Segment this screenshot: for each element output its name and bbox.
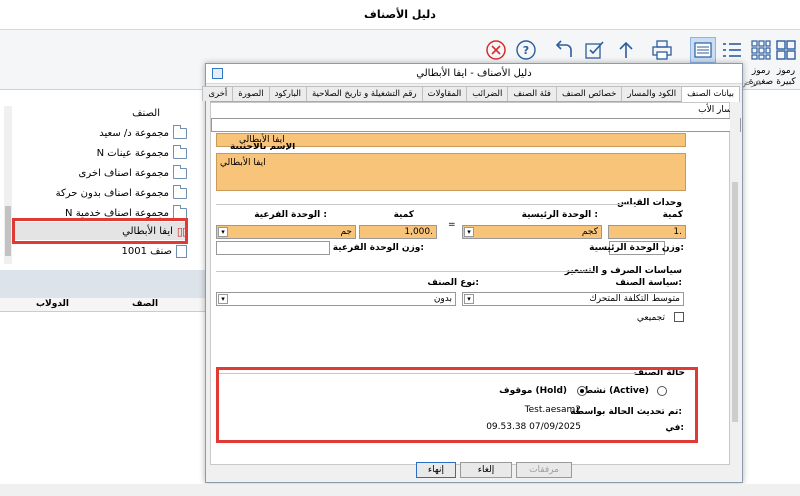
tree-item-label: مجموعة اصناف اخرى: [78, 167, 169, 179]
large-icons-icon: [776, 40, 796, 60]
large-icons-button[interactable]: [774, 38, 798, 62]
tab-batch-expiry[interactable]: رقم التشغيلة و تاريخ الصلاحية: [306, 86, 423, 101]
document-icon: [176, 244, 187, 258]
undo-button[interactable]: [552, 38, 576, 62]
svg-text:?: ?: [523, 44, 529, 57]
qty-input[interactable]: 1.: [608, 225, 686, 239]
tree-root-label[interactable]: الصنف: [132, 108, 160, 119]
small-icons-button[interactable]: [749, 38, 773, 62]
side-label-view: عرض: [740, 78, 762, 88]
column-cabinet[interactable]: الدولاب: [36, 299, 69, 309]
finish-button[interactable]: إنهاء: [416, 462, 456, 478]
chevron-down-icon[interactable]: ▾: [218, 227, 228, 237]
dialog-scrollbar[interactable]: [730, 102, 740, 465]
folder-icon: [173, 204, 187, 219]
tree-item-group-no-movement[interactable]: مجموعة اصناف بدون حركة: [56, 184, 187, 202]
tab-contracting[interactable]: المقاولات: [421, 86, 468, 101]
main-unit-label: الوحدة الرئيسية :: [521, 210, 598, 220]
sub-unit-label: الوحدة الفرعية :: [254, 210, 327, 220]
tab-category[interactable]: فئة الصنف: [507, 86, 557, 101]
move-up-button[interactable]: [614, 38, 638, 62]
tab-other[interactable]: أخرى: [202, 86, 234, 101]
chevron-down-icon[interactable]: ▾: [218, 294, 228, 304]
policy-label: سياسة الصنف:: [615, 278, 682, 288]
tree-item-label: N مجموعة عينات: [96, 147, 169, 159]
qty2-label: كمية: [393, 210, 414, 220]
check-icon: [585, 41, 604, 59]
equals-sign: =: [448, 220, 456, 230]
list-view-icon: [723, 43, 741, 57]
tree-scrollbar[interactable]: [4, 106, 12, 264]
app-icon: [212, 68, 223, 79]
aggregate-checkbox[interactable]: [674, 312, 684, 322]
folder-icon: [173, 164, 187, 179]
small-icons-icon: [751, 40, 771, 60]
parent-path-input[interactable]: //: [211, 118, 741, 132]
item-type-label: نوع الصنف:: [427, 278, 479, 288]
tab-barcode[interactable]: الباركود: [268, 86, 307, 101]
tree-item-label: N مجموعة اصناف خدمية: [65, 207, 169, 219]
tree-item-product-1001[interactable]: صنف 1001: [121, 242, 187, 260]
dialog-titlebar: دليل الأصناف - ايفا الأبطالي: [206, 64, 742, 84]
aggregate-label: تجميعي: [636, 313, 665, 323]
folder-icon: [173, 144, 187, 159]
tree-item-label: صنف 1001: [121, 245, 173, 257]
policy-select[interactable]: ▾ متوسط التكلفة المتحرك: [462, 292, 684, 306]
details-view-icon: [694, 42, 712, 58]
undo-icon: [555, 40, 572, 57]
tree-item-group-samples[interactable]: N مجموعة عينات: [97, 144, 187, 162]
highlight-tree-item: [12, 218, 188, 244]
arrow-up-icon: [619, 41, 633, 58]
sub-unit-select[interactable]: ▾ جم: [216, 225, 356, 239]
tree-item-label: مجموعة اصناف بدون حركة: [55, 187, 169, 199]
window-title: دليل الأصناف: [364, 8, 436, 21]
tab-item-data[interactable]: بيانات الصنف: [681, 86, 740, 102]
bottom-status-bar: [0, 484, 800, 496]
qty2-input[interactable]: 1,000.: [359, 225, 437, 239]
cancel-toolbar-button[interactable]: [484, 38, 508, 62]
sub-weight-label: وزن الوحدة الفرعية:: [332, 243, 424, 253]
tree-item-group-other[interactable]: مجموعة اصناف اخرى: [79, 164, 187, 182]
confirm-button[interactable]: [582, 38, 606, 62]
chevron-down-icon[interactable]: ▾: [464, 294, 474, 304]
print-button[interactable]: [650, 38, 674, 62]
qty-label: كمية: [662, 210, 683, 220]
tab-code-path[interactable]: الكود والمسار: [621, 86, 683, 101]
tab-taxes[interactable]: الضرائب: [466, 86, 509, 101]
help-icon: ?: [516, 40, 536, 60]
dialog-title: دليل الأصناف - ايفا الأبطالي: [416, 68, 532, 79]
chevron-down-icon[interactable]: ▾: [464, 227, 474, 237]
pricing-separator: [216, 271, 596, 272]
cancel-button[interactable]: إلغاء: [460, 462, 512, 478]
lower-panel-strip: [0, 270, 205, 298]
folder-icon: [173, 184, 187, 199]
help-button[interactable]: ?: [514, 38, 538, 62]
sub-weight-input[interactable]: [216, 241, 330, 255]
main-unit-select[interactable]: ▾ كجم: [462, 225, 602, 239]
attachments-button[interactable]: مرفقات: [516, 462, 572, 478]
details-view-button[interactable]: [690, 37, 716, 63]
tree-item-label: مجموعة د/ سعيد: [99, 127, 169, 139]
print-icon: [652, 40, 672, 60]
list-view-button[interactable]: [720, 38, 744, 62]
tab-image[interactable]: الصورة: [232, 86, 270, 101]
main-weight-label: وزن الوحدة الرئيسية:: [589, 243, 684, 253]
window-titlebar: دليل الأصناف: [0, 0, 800, 30]
column-row[interactable]: الصف: [132, 299, 158, 309]
lower-table-header: الصف الدولاب: [0, 298, 205, 312]
foreign-name-input[interactable]: ايفا الأبطالي: [216, 153, 686, 191]
units-section-label: وحدات القياس: [617, 198, 682, 208]
highlight-status-section: [216, 367, 698, 443]
tab-properties[interactable]: خصائص الصنف: [555, 86, 623, 101]
tree-item-group-saeed[interactable]: مجموعة د/ سعيد: [99, 124, 187, 142]
foreign-name-label: الإسم بالأجنبية: [230, 143, 296, 150]
folder-icon: [173, 124, 187, 139]
units-separator: [216, 204, 636, 205]
item-type-select[interactable]: ▾ بدون: [216, 292, 456, 306]
cancel-icon: [486, 40, 506, 60]
dialog-tabs: بيانات الصنف الكود والمسار خصائص الصنف ف…: [202, 86, 740, 102]
